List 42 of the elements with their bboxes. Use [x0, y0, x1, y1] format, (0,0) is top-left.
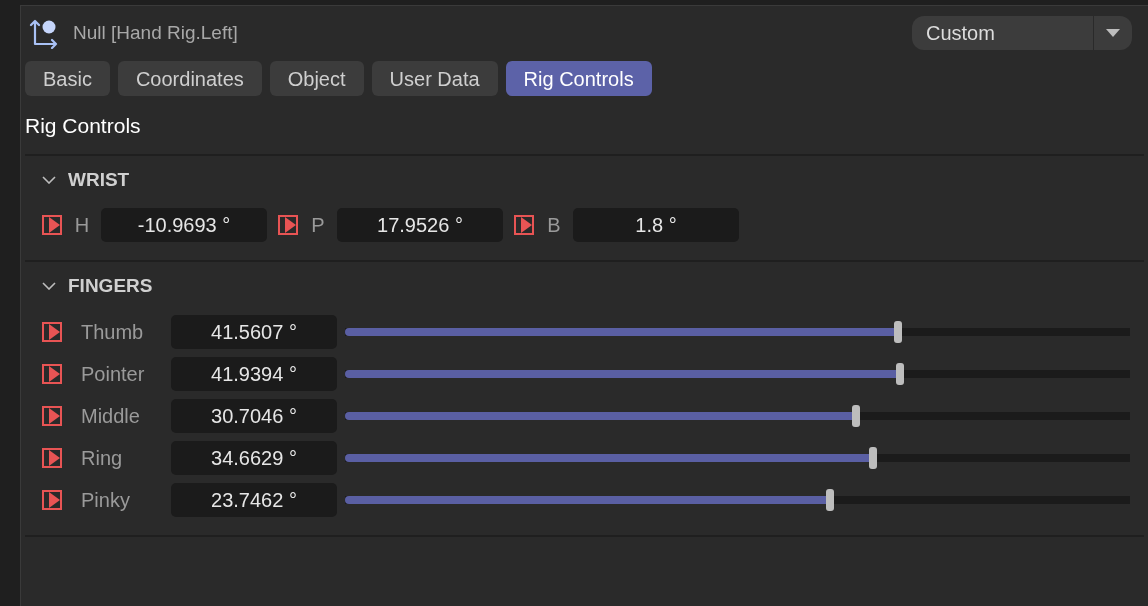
field-label: H	[73, 213, 91, 238]
tab[interactable]: User Data	[371, 61, 498, 96]
field-label: Middle	[80, 403, 141, 429]
slider-thumb[interactable]	[852, 404, 861, 427]
keyframe-icon[interactable]	[41, 320, 63, 343]
object-title: Null [Hand Rig.Left]	[73, 20, 238, 45]
slider-thumb[interactable]	[826, 488, 835, 511]
number-field[interactable]: 1.8 °	[573, 208, 739, 242]
field-label: B	[546, 213, 562, 238]
keyframe-icon[interactable]	[41, 488, 63, 511]
slider-thumb[interactable]	[896, 362, 904, 385]
keyframe-icon[interactable]	[41, 446, 63, 469]
slider-thumb[interactable]	[868, 446, 877, 469]
field-label: Thumb	[80, 319, 145, 345]
keyframe-icon[interactable]	[41, 214, 63, 236]
chevron-icon[interactable]	[42, 175, 56, 184]
caret-icon	[1106, 29, 1120, 37]
chevron-icon[interactable]	[42, 282, 56, 291]
tab[interactable]: Object	[269, 61, 364, 96]
number-field[interactable]: 41.5607 °	[171, 314, 337, 349]
number-field[interactable]: 17.9526 °	[337, 208, 503, 242]
keyframe-icon[interactable]	[513, 214, 535, 236]
number-field[interactable]: 23.7462 °	[171, 482, 337, 517]
number-field[interactable]: 41.9394 °	[171, 356, 337, 391]
section-title: WRIST	[68, 167, 130, 192]
keyframe-icon[interactable]	[41, 404, 63, 427]
mode-dropdown[interactable]: Custom	[912, 16, 1132, 50]
field-label: P	[310, 213, 326, 238]
field-label: Pointer	[80, 361, 146, 387]
panel-title: Rig Controls	[25, 113, 142, 139]
number-field[interactable]: 30.7046 °	[171, 398, 337, 433]
slider-thumb[interactable]	[894, 320, 903, 343]
section-title: FINGERS	[68, 274, 153, 298]
field-label: Ring	[80, 445, 124, 471]
number-field[interactable]: -10.9693 °	[101, 208, 267, 242]
keyframe-icon[interactable]	[41, 362, 63, 385]
tab[interactable]: Basic	[25, 61, 110, 96]
tab[interactable]: Coordinates	[117, 61, 262, 96]
keyframe-icon[interactable]	[277, 214, 299, 236]
number-field[interactable]: 34.6629 °	[171, 440, 337, 475]
field-label: Pinky	[80, 487, 131, 513]
tab[interactable]: Rig Controls	[505, 61, 652, 96]
